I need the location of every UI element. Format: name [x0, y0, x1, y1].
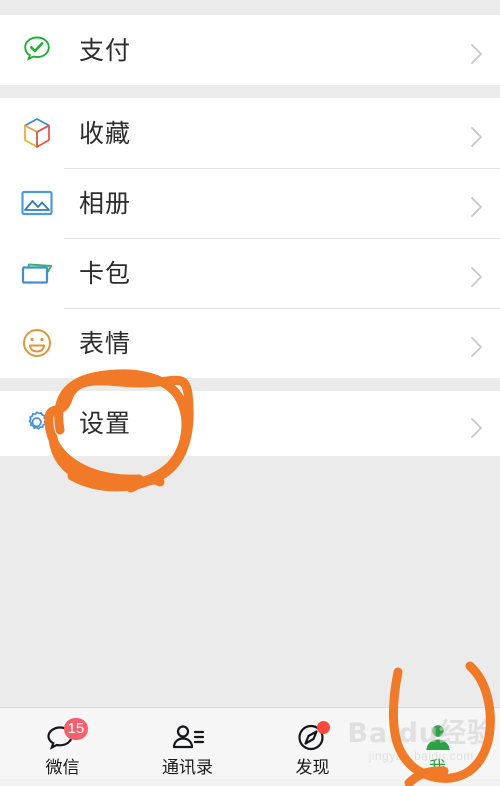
tab-label-discover: 发现 — [295, 758, 330, 778]
tab-chats[interactable]: 15 微信 — [0, 708, 125, 786]
list-group-spacer-1 — [0, 85, 500, 98]
discover-dot-badge — [316, 721, 330, 734]
chevron-right-icon — [470, 126, 484, 147]
list-item-favorites[interactable]: 收藏 — [0, 98, 500, 168]
list-item-settings[interactable]: 设置 — [0, 391, 500, 456]
bottom-tabbar: 15 微信 通讯录 发现 我 — [0, 707, 500, 786]
tab-me[interactable]: 我 — [375, 708, 500, 786]
smiley-emoji-icon — [17, 323, 57, 363]
card-wallet-icon — [17, 253, 57, 293]
chat-bubble-icon: 15 — [42, 718, 89, 755]
list-group-settings: 设置 — [0, 391, 500, 456]
wechat-pay-icon — [17, 30, 57, 70]
tab-discover[interactable]: 发现 — [250, 708, 375, 786]
list-item-stickers[interactable]: 表情 — [0, 308, 500, 378]
settings-list-content: 支付 收藏 相册 卡包 表情 设置 — [0, 0, 500, 707]
chevron-right-icon — [470, 336, 484, 357]
chevron-right-icon — [470, 196, 484, 217]
list-item-label: 卡包 — [79, 258, 132, 288]
cube-favorites-icon — [17, 113, 57, 153]
bottom-strip — [0, 779, 500, 786]
tab-contacts[interactable]: 通讯录 — [125, 708, 250, 786]
list-group-spacer-2 — [0, 378, 500, 391]
list-item-cards[interactable]: 卡包 — [0, 238, 500, 308]
gear-settings-icon — [17, 404, 57, 444]
person-me-icon — [417, 721, 459, 755]
photo-album-icon — [17, 183, 57, 223]
list-item-label: 相册 — [79, 188, 132, 218]
tab-label-me: 我 — [429, 758, 446, 778]
wechat-me-screen: 支付 收藏 相册 卡包 表情 设置 15 微信 通讯录 发现 我 Baidu经验… — [0, 0, 500, 786]
list-group-main: 收藏 相册 卡包 表情 — [0, 98, 500, 378]
unread-badge: 15 — [63, 718, 89, 740]
contacts-person-icon — [167, 721, 209, 755]
list-top-spacer — [0, 0, 500, 15]
list-item-pay[interactable]: 支付 — [0, 15, 500, 85]
list-item-label: 收藏 — [79, 118, 132, 148]
chevron-right-icon — [470, 43, 484, 64]
list-group-pay: 支付 — [0, 15, 500, 85]
tab-label-contacts: 通讯录 — [162, 758, 213, 778]
list-item-label: 表情 — [79, 328, 132, 358]
list-item-album[interactable]: 相册 — [0, 168, 500, 238]
chevron-right-icon — [470, 266, 484, 287]
list-item-label: 支付 — [79, 35, 132, 65]
tab-label-chats: 微信 — [45, 758, 80, 778]
list-item-label: 设置 — [79, 409, 132, 438]
compass-discover-icon — [292, 721, 334, 755]
chevron-right-icon — [470, 417, 484, 438]
